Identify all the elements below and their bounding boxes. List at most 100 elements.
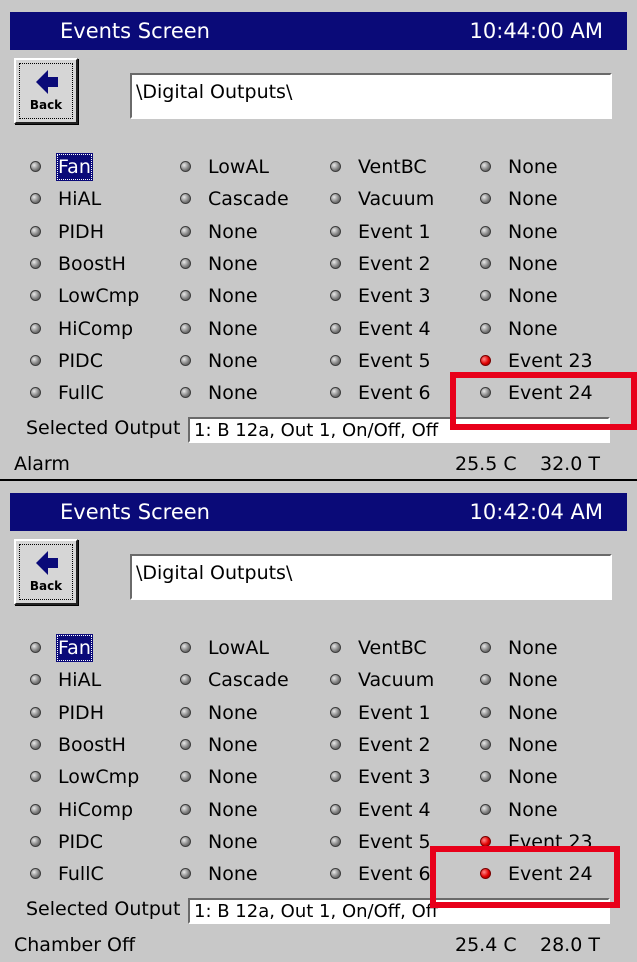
digital-output-label: Vacuum — [358, 669, 435, 692]
digital-output-label: None — [208, 863, 258, 886]
digital-output-label: None — [508, 252, 558, 275]
digital-output-label: None — [508, 766, 558, 789]
digital-output-label: Event 1 — [358, 701, 431, 724]
digital-output-label: None — [208, 382, 258, 405]
output-off-led-icon — [330, 257, 341, 269]
digital-output-label: HiComp — [58, 798, 134, 821]
output-off-led-icon — [480, 642, 491, 653]
output-off-led-icon — [330, 706, 341, 718]
output-off-led-icon — [480, 161, 491, 172]
output-off-led-icon — [330, 835, 341, 847]
clock-display: 10:42:04 AM — [469, 500, 603, 524]
selected-output-label: Selected Output — [26, 898, 181, 920]
output-off-led-icon — [30, 868, 41, 880]
output-off-led-icon — [30, 193, 41, 205]
output-off-led-icon — [180, 674, 191, 686]
output-off-led-icon — [180, 803, 191, 815]
output-off-led-icon — [30, 674, 41, 686]
output-off-led-icon — [330, 674, 341, 686]
back-button[interactable]: Back — [14, 58, 78, 124]
status-bar: Chamber Off 25.4 C 28.0 T — [0, 931, 637, 962]
output-off-led-icon — [180, 642, 191, 653]
digital-output-label: None — [508, 188, 558, 211]
title-bar: Events Screen 10:44:00 AM — [10, 12, 627, 50]
digital-output-label: Fan — [56, 634, 93, 662]
output-off-led-icon — [330, 868, 341, 880]
digital-output-label: PIDH — [58, 701, 104, 724]
output-off-led-icon — [330, 738, 341, 750]
clock-display: 10:44:00 AM — [469, 19, 603, 43]
output-off-led-icon — [330, 803, 341, 815]
output-off-led-icon — [480, 193, 491, 205]
output-off-led-icon — [180, 706, 191, 718]
digital-output-label: VentBC — [358, 637, 427, 659]
digital-output-label: LowAL — [208, 156, 269, 178]
digital-output-label: Event 6 — [358, 863, 431, 886]
digital-output-label: None — [508, 701, 558, 724]
digital-output-label: None — [208, 349, 258, 372]
digital-output-label: FullC — [58, 382, 104, 405]
digital-output-label: Event 23 — [508, 349, 593, 372]
output-off-led-icon — [180, 290, 191, 302]
output-off-led-icon — [30, 322, 41, 334]
output-off-led-icon — [180, 387, 191, 399]
output-off-led-icon — [30, 225, 41, 237]
output-off-led-icon — [330, 193, 341, 205]
temperature-target: 28.0 T — [540, 934, 600, 956]
digital-output-label: HiAL — [58, 188, 102, 211]
digital-output-label: None — [508, 669, 558, 692]
output-off-led-icon — [180, 738, 191, 750]
digital-output-label: None — [208, 220, 258, 243]
path-field[interactable]: \Digital Outputs\ — [130, 73, 612, 119]
back-button-label: Back — [29, 98, 63, 112]
output-off-led-icon — [480, 706, 491, 718]
digital-output-label: Event 1 — [358, 220, 431, 243]
digital-output-label: Event 4 — [358, 798, 431, 821]
output-off-led-icon — [180, 771, 191, 783]
output-off-led-icon — [30, 161, 41, 172]
digital-output-label: None — [508, 285, 558, 308]
selected-output-label: Selected Output — [26, 417, 181, 439]
output-off-led-icon — [480, 290, 491, 302]
digital-output-label: None — [508, 637, 558, 659]
output-off-led-icon — [30, 257, 41, 269]
digital-output-label: BoostH — [58, 733, 126, 756]
digital-output-label: None — [208, 701, 258, 724]
digital-output-label: PIDC — [58, 349, 103, 372]
digital-output-label: None — [208, 830, 258, 853]
output-off-led-icon — [330, 322, 341, 334]
output-off-led-icon — [480, 738, 491, 750]
events-screen-top: Events Screen 10:44:00 AM Back \Digital … — [0, 0, 637, 481]
output-off-led-icon — [330, 771, 341, 783]
chamber-status: Chamber Off — [14, 934, 136, 956]
output-off-led-icon — [330, 225, 341, 237]
digital-output-label: Event 3 — [358, 285, 431, 308]
output-off-led-icon — [30, 354, 41, 366]
output-off-led-icon — [30, 290, 41, 302]
output-off-led-icon — [330, 387, 341, 399]
digital-output-label: None — [208, 252, 258, 275]
digital-output-label: Fan — [56, 153, 93, 181]
path-field[interactable]: \Digital Outputs\ — [130, 554, 612, 600]
digital-output-label: None — [208, 766, 258, 789]
back-button-label: Back — [29, 579, 63, 593]
left-arrow-icon — [36, 551, 58, 575]
status-bar: Alarm 25.5 C 32.0 T — [0, 450, 637, 479]
output-off-led-icon — [180, 193, 191, 205]
digital-output-label: None — [508, 317, 558, 340]
output-off-led-icon — [180, 225, 191, 237]
back-button[interactable]: Back — [14, 539, 78, 605]
output-off-led-icon — [30, 387, 41, 399]
output-off-led-icon — [330, 290, 341, 302]
output-off-led-icon — [30, 738, 41, 750]
output-off-led-icon — [480, 674, 491, 686]
output-off-led-icon — [30, 706, 41, 718]
events-screen-bottom: Events Screen 10:42:04 AM Back \Digital … — [0, 481, 637, 962]
digital-output-label: Cascade — [208, 188, 289, 211]
digital-output-label: Vacuum — [358, 188, 435, 211]
output-off-led-icon — [480, 803, 491, 815]
output-off-led-icon — [480, 257, 491, 269]
output-off-led-icon — [180, 322, 191, 334]
digital-output-label: None — [208, 798, 258, 821]
temperature-actual: 25.5 C — [455, 453, 517, 475]
